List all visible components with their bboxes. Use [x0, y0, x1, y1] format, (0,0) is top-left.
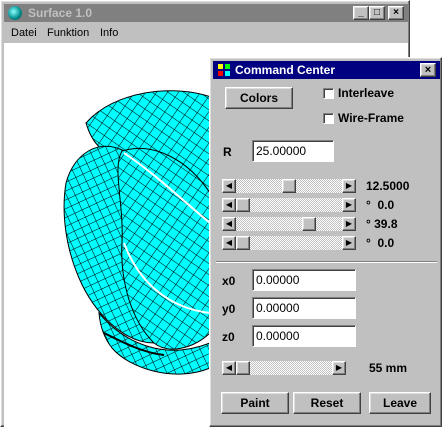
command-center-close-button[interactable]: ×	[420, 63, 436, 77]
slider-angle-2[interactable]: ◀ ▶	[222, 217, 356, 231]
y0-label: y0	[222, 302, 236, 316]
menu-bar: Datei Funktion Info	[4, 23, 408, 43]
z0-input[interactable]: 0.00000	[252, 325, 356, 347]
menu-info[interactable]: Info	[100, 27, 118, 39]
leave-button[interactable]: Leave	[369, 392, 431, 414]
main-title-bar[interactable]: Surface 1.0 _ □ ×	[4, 4, 408, 22]
command-center-icon	[218, 64, 230, 76]
slider-right-arrow-icon[interactable]: ▶	[342, 217, 356, 231]
wireframe-checkbox[interactable]	[323, 113, 334, 124]
slider-left-arrow-icon[interactable]: ◀	[222, 236, 236, 250]
x0-input[interactable]: 0.00000	[252, 269, 356, 291]
paint-button[interactable]: Paint	[221, 392, 289, 414]
slider-value-angle-2: ° 39.8	[366, 217, 398, 231]
wireframe-label: Wire-Frame	[338, 111, 404, 125]
close-button[interactable]: ×	[388, 6, 404, 20]
slider-angle-1[interactable]: ◀ ▶	[222, 198, 356, 212]
reset-button[interactable]: Reset	[293, 392, 361, 414]
interleave-label: Interleave	[338, 86, 395, 100]
r-label: R	[223, 145, 232, 159]
slider-size[interactable]: ◀ ▶	[222, 361, 346, 375]
slider-thumb[interactable]	[236, 361, 250, 375]
slider-thumb[interactable]	[236, 236, 250, 250]
slider-thumb[interactable]	[302, 217, 316, 231]
slider-value-r: 12.5000	[366, 179, 410, 193]
slider-left-arrow-icon[interactable]: ◀	[222, 361, 236, 375]
slider-left-arrow-icon[interactable]: ◀	[222, 179, 236, 193]
divider	[216, 261, 437, 263]
menu-datei[interactable]: Datei	[11, 27, 37, 39]
minimize-button[interactable]: _	[353, 6, 369, 20]
slider-r[interactable]: ◀ ▶	[222, 179, 356, 193]
z0-label: z0	[222, 330, 235, 344]
maximize-button[interactable]: □	[369, 6, 385, 20]
menu-funktion[interactable]: Funktion	[47, 27, 89, 39]
command-center-title-bar[interactable]: Command Center ×	[213, 61, 440, 79]
interleave-checkbox[interactable]	[323, 88, 334, 99]
main-window-title: Surface 1.0	[28, 6, 93, 20]
command-center-title: Command Center	[235, 63, 336, 77]
slider-right-arrow-icon[interactable]: ▶	[342, 179, 356, 193]
app-icon[interactable]	[8, 6, 22, 20]
slider-left-arrow-icon[interactable]: ◀	[222, 217, 236, 231]
colors-button[interactable]: Colors	[225, 87, 293, 109]
slider-value-angle-1: ° 0.0	[366, 198, 395, 212]
slider-thumb[interactable]	[236, 198, 250, 212]
slider-value-angle-3: ° 0.0	[366, 236, 395, 250]
size-value: 55 mm	[369, 361, 408, 375]
slider-right-arrow-icon[interactable]: ▶	[332, 361, 346, 375]
slider-angle-3[interactable]: ◀ ▶	[222, 236, 356, 250]
command-center-window: Command Center × Colors Interleave Wire-…	[209, 57, 442, 427]
slider-thumb[interactable]	[282, 179, 296, 193]
r-input[interactable]: 25.00000	[252, 140, 334, 162]
slider-left-arrow-icon[interactable]: ◀	[222, 198, 236, 212]
x0-label: x0	[222, 274, 236, 288]
y0-input[interactable]: 0.00000	[252, 297, 356, 319]
slider-right-arrow-icon[interactable]: ▶	[342, 198, 356, 212]
slider-right-arrow-icon[interactable]: ▶	[342, 236, 356, 250]
